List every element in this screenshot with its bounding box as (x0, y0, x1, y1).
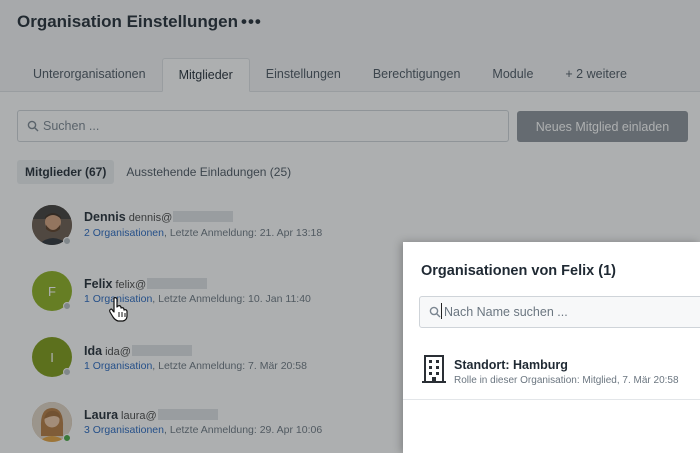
panel-title: Organisationen von Felix (1) (421, 263, 616, 279)
building-icon (422, 355, 446, 383)
organisation-name: Standort: Hamburg (454, 358, 568, 372)
organisation-role: Rolle in dieser Organisation: Mitglied, … (454, 375, 679, 386)
hand-pointer-icon (109, 297, 128, 322)
organisation-search-input[interactable] (444, 297, 700, 327)
organisation-search[interactable] (419, 296, 700, 328)
text-caret (441, 303, 442, 319)
organisations-panel: Organisationen von Felix (1) Standort: H… (403, 242, 700, 453)
search-icon (429, 306, 441, 318)
organisation-item[interactable]: Standort: Hamburg Rolle in dieser Organi… (403, 342, 700, 400)
